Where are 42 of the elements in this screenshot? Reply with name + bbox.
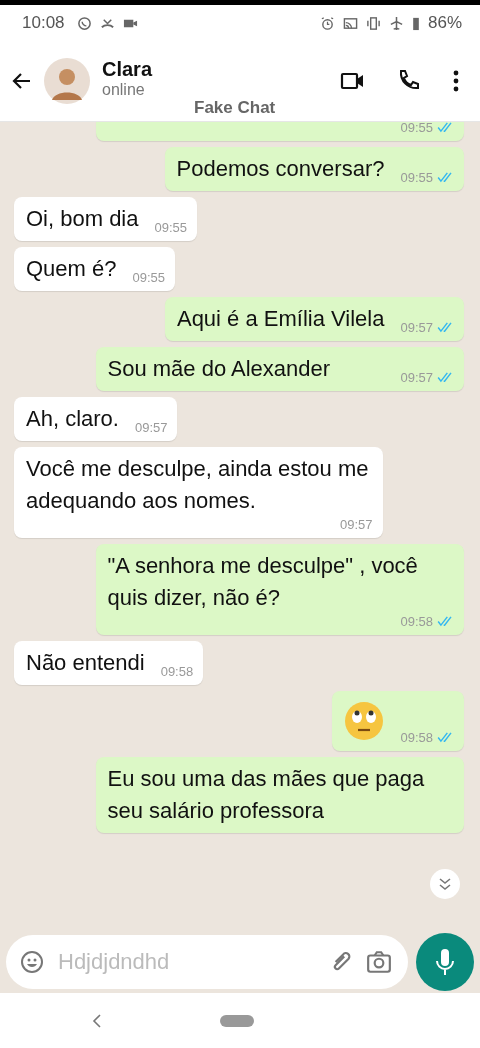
message-time: 09:57 xyxy=(400,320,433,335)
app-caption: Fake Chat xyxy=(194,98,276,118)
message-time: 09:55 xyxy=(154,220,188,235)
message-time: 09:57 xyxy=(134,420,168,435)
microphone-button[interactable] xyxy=(416,933,474,991)
message-text: Você me desculpe, ainda estou me adequando aos nomes. xyxy=(26,455,370,515)
message-text: Não entendi xyxy=(26,649,145,677)
battery-icon xyxy=(411,15,420,31)
vibrate-icon xyxy=(365,15,381,31)
contact-status: online xyxy=(102,80,146,99)
chat-app-icon xyxy=(76,15,92,31)
message-text: Sou mãe do Alexander xyxy=(107,355,331,383)
emoji-icon[interactable] xyxy=(20,950,44,974)
alarm-icon xyxy=(319,15,335,31)
message-time: 09:58 xyxy=(400,614,433,629)
message-time: 09:58 xyxy=(160,664,194,679)
status-time: 10:08 xyxy=(22,13,65,33)
message-text: Ah, claro. xyxy=(26,405,119,433)
scroll-down-icon[interactable] xyxy=(430,869,460,899)
message-input-field[interactable]: Hdjdjdndhd xyxy=(6,935,408,989)
home-pill-icon[interactable] xyxy=(220,1014,254,1027)
message-text: Oi, bom dia xyxy=(26,205,139,233)
message-text: "A senhora me desculpe" , você quis dizer, não é? xyxy=(107,552,419,612)
message-time: 09:58 xyxy=(400,730,433,745)
message-time: 09:55 xyxy=(132,270,166,285)
more-options-icon[interactable] xyxy=(452,68,460,94)
battery-percentage: 86% xyxy=(427,13,462,33)
back-nav-icon[interactable] xyxy=(92,1012,102,1029)
message-time: 09:57 xyxy=(339,517,373,532)
camera-icon[interactable] xyxy=(366,949,392,975)
message-time: 09:57 xyxy=(400,370,433,385)
avatar[interactable] xyxy=(44,58,90,104)
message-text: Eu sou uma das mães que paga seu salário professora xyxy=(107,765,426,825)
message-time: 09:55 xyxy=(400,170,433,185)
eye-roll-emoji-icon xyxy=(344,701,385,741)
message-text: Quem é? xyxy=(26,255,117,283)
contact-name[interactable]: Clara xyxy=(102,57,153,81)
cast-icon xyxy=(342,15,358,31)
message-time: 09:55 xyxy=(400,122,433,135)
message-text: Aqui é a Emília Vilela xyxy=(176,305,385,333)
airplane-icon xyxy=(388,15,404,31)
message-text: Podemos conversar? xyxy=(176,155,385,183)
